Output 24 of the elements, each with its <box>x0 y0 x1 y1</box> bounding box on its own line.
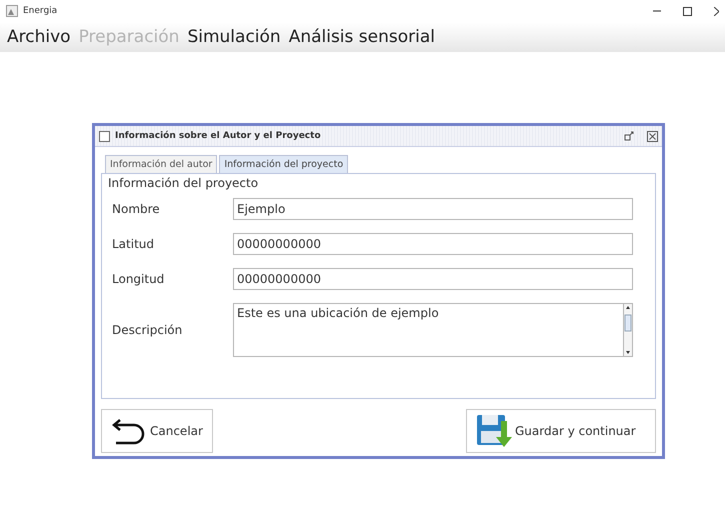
restore-icon[interactable] <box>624 131 634 141</box>
tab[interactable]: Información del proyecto <box>219 155 348 173</box>
window-title: Energia <box>23 6 58 16</box>
dialog-title: Información sobre el Autor y el Proyecto <box>115 131 322 141</box>
field-label: Descripción <box>112 323 184 337</box>
app-icon <box>6 5 18 17</box>
field-label: Nombre <box>112 202 161 216</box>
save-button[interactable]: Guardar y continuar <box>466 409 656 453</box>
cancel-button[interactable]: Cancelar <box>101 409 213 453</box>
maximize-icon[interactable] <box>683 6 692 16</box>
input-field[interactable]: 00000000000 <box>233 268 633 290</box>
menu-item[interactable]: Simulación <box>186 27 282 47</box>
input-field[interactable]: Ejemplo <box>233 198 633 220</box>
menu-item[interactable]: Análisis sensorial <box>288 27 436 47</box>
window-icon <box>99 130 110 142</box>
description-field[interactable]: Este es una ubicación de ejemplo <box>233 303 623 357</box>
tab[interactable]: Información del autor <box>105 155 218 173</box>
group-title: Información del proyecto <box>108 176 260 190</box>
field-label: Longitud <box>112 272 166 286</box>
scrollbar-icon[interactable] <box>623 303 633 357</box>
floppy-disk-icon <box>475 413 513 449</box>
field-label: Latitud <box>112 237 156 251</box>
menu-item[interactable]: Archivo <box>6 27 72 47</box>
input-field[interactable]: 00000000000 <box>233 233 633 255</box>
